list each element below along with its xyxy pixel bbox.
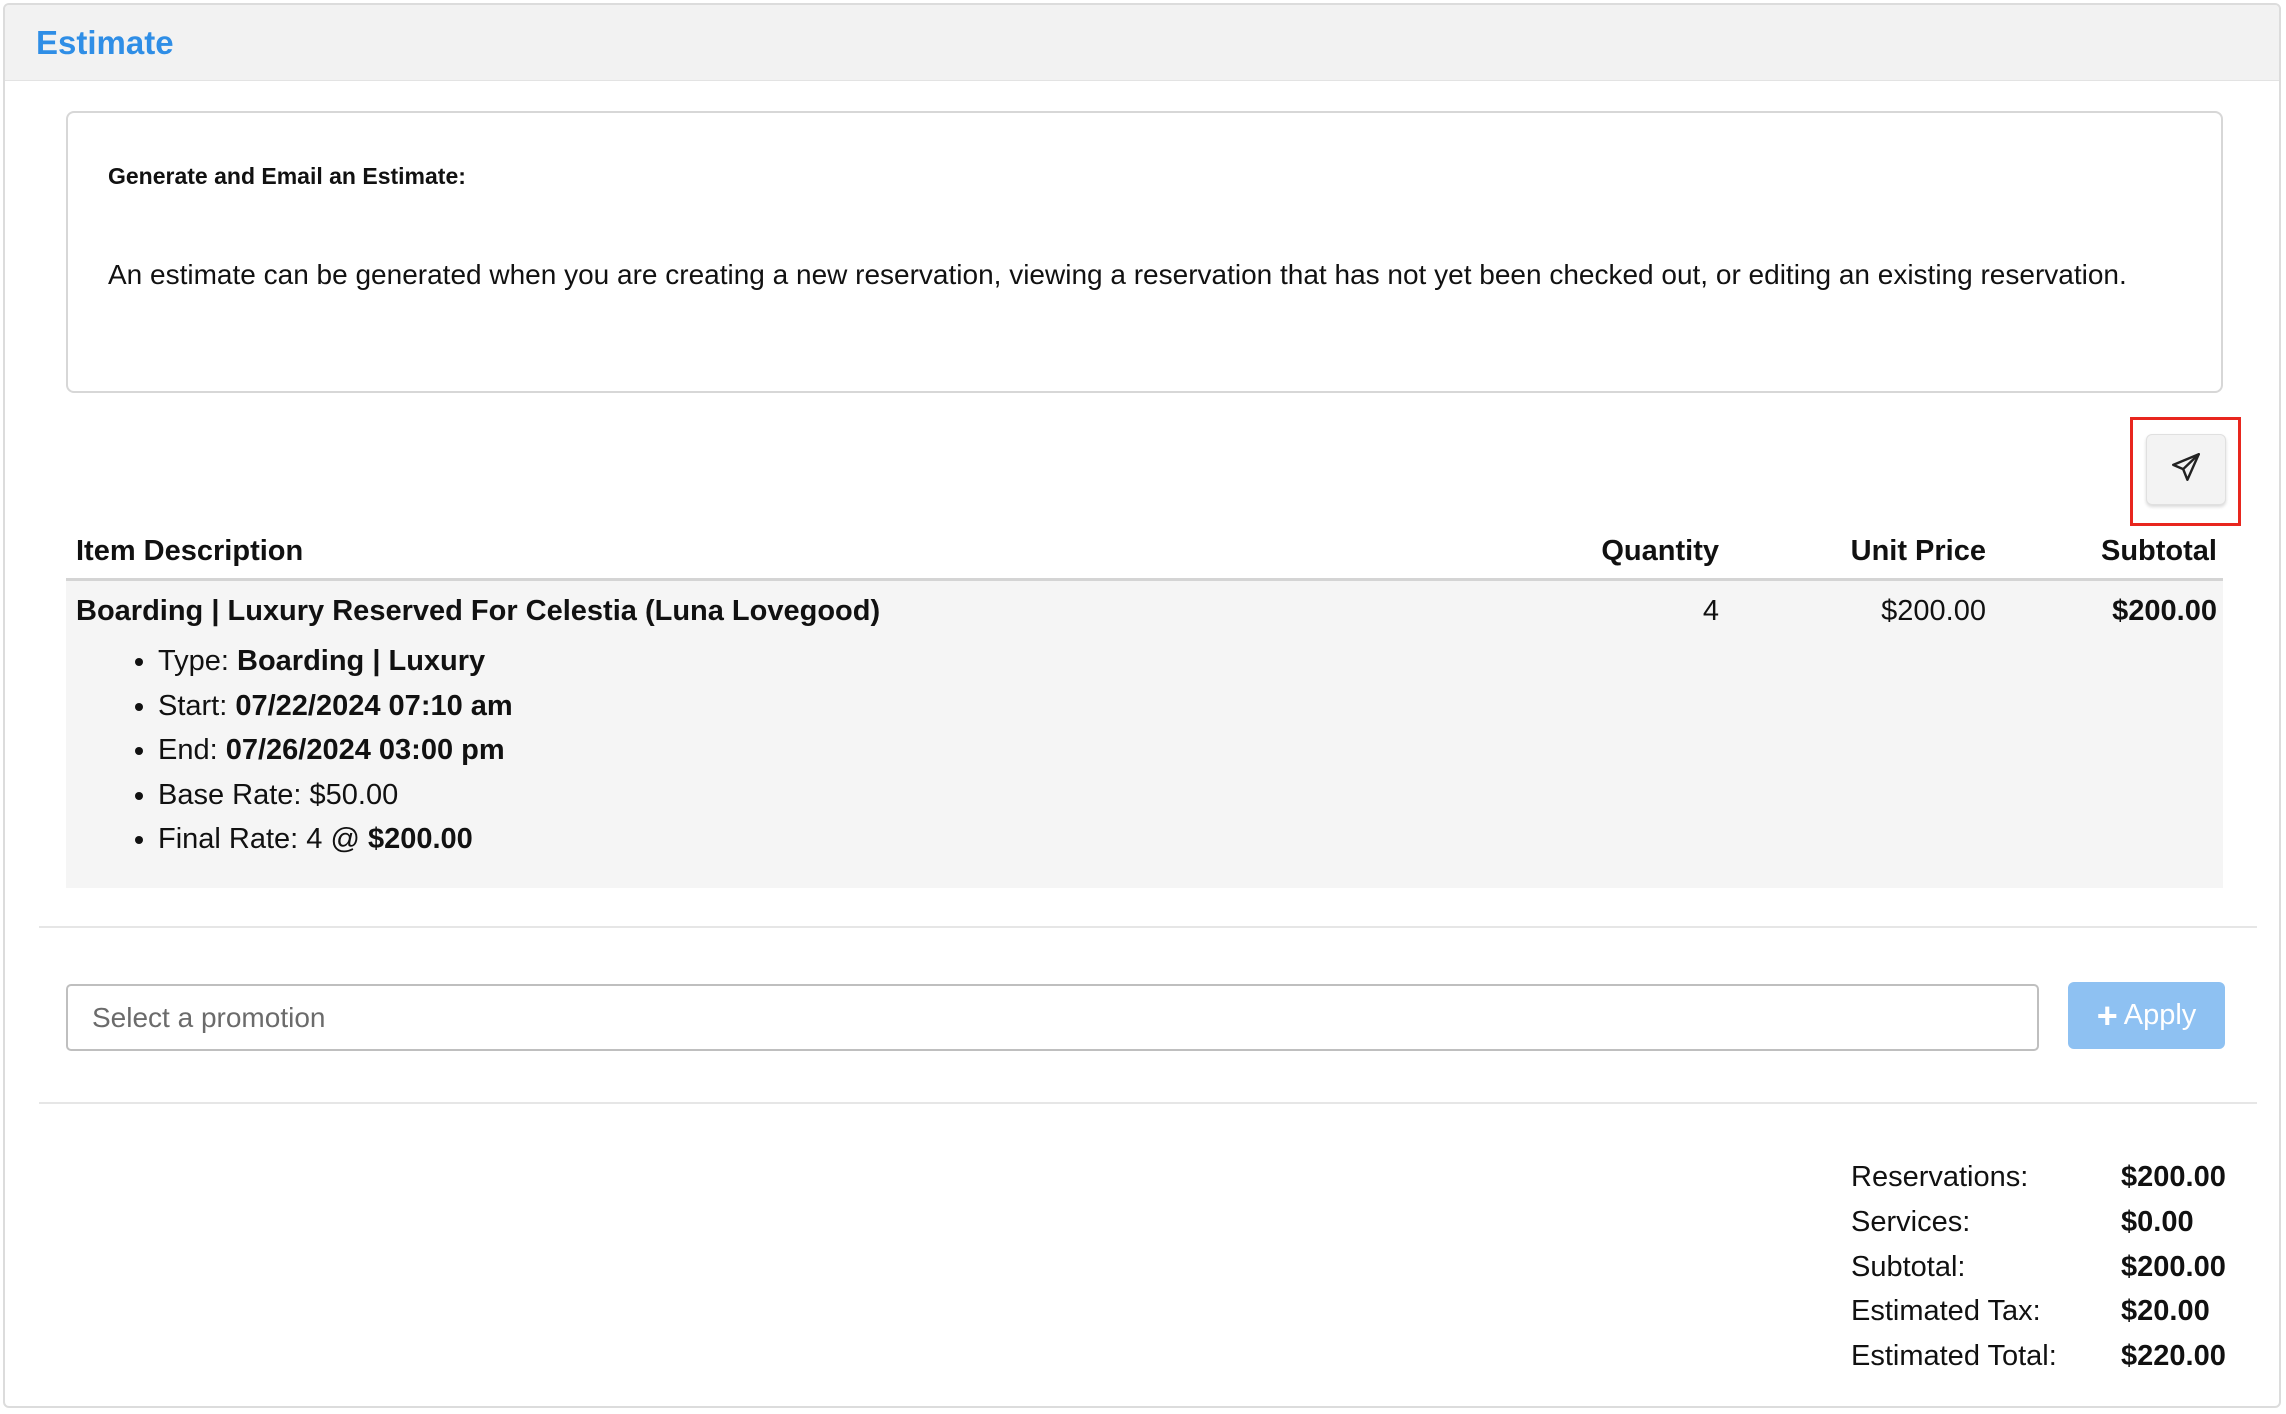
total-row-services: Services: $0.00 (1851, 1205, 2194, 1238)
item-unit-price: $200.00 (1881, 595, 1986, 627)
divider (39, 1102, 2257, 1104)
panel-title: Estimate (36, 23, 174, 61)
estimate-panel: Estimate Generate and Email an Estimate:… (3, 3, 2281, 1408)
promotion-select[interactable] (66, 984, 2039, 1051)
divider (39, 926, 2257, 928)
header-item-description: Item Description (76, 535, 304, 567)
apply-promotion-button[interactable]: + Apply (2068, 982, 2225, 1049)
header-subtotal: Subtotal (2101, 535, 2217, 567)
detail-start: Start: 07/22/2024 07:10 am (158, 684, 513, 729)
table-header: Item Description Quantity Unit Price Sub… (66, 525, 2223, 581)
plus-icon: + (2096, 994, 2118, 1036)
header-unit-price: Unit Price (1850, 535, 1986, 567)
item-details-list: Type: Boarding | Luxury Start: 07/22/202… (124, 639, 513, 862)
info-heading: Generate and Email an Estimate: (108, 163, 466, 189)
detail-type: Type: Boarding | Luxury (158, 639, 513, 684)
header-quantity: Quantity (1601, 535, 1719, 567)
paper-plane-icon (2169, 450, 2203, 489)
detail-base-rate: Base Rate: $50.00 (158, 773, 513, 818)
total-row-estimated-total: Estimated Total: $220.00 (1851, 1340, 2226, 1373)
apply-label: Apply (2123, 999, 2197, 1031)
detail-end: End: 07/26/2024 03:00 pm (158, 728, 513, 773)
item-title: Boarding | Luxury Reserved For Celestia … (76, 595, 881, 627)
info-text: An estimate can be generated when you ar… (108, 259, 2127, 290)
totals-summary: Reservations: $200.00 Services: $0.00 Su… (1851, 1161, 2227, 1385)
item-subtotal: $200.00 (2112, 595, 2217, 627)
send-estimate-button[interactable] (2146, 434, 2226, 505)
total-row-reservations: Reservations: $200.00 (1851, 1161, 2226, 1193)
table-row: Boarding | Luxury Reserved For Celestia … (66, 581, 2223, 888)
estimate-info-box: Generate and Email an Estimate: An estim… (66, 111, 2223, 393)
item-quantity: 4 (1702, 595, 1719, 627)
panel-header: Estimate (5, 5, 2279, 81)
total-row-subtotal: Subtotal: $200.00 (1851, 1250, 2226, 1283)
detail-final-rate: Final Rate: 4 @ $200.00 (158, 817, 513, 862)
total-row-tax: Estimated Tax: $20.00 (1851, 1295, 2210, 1328)
